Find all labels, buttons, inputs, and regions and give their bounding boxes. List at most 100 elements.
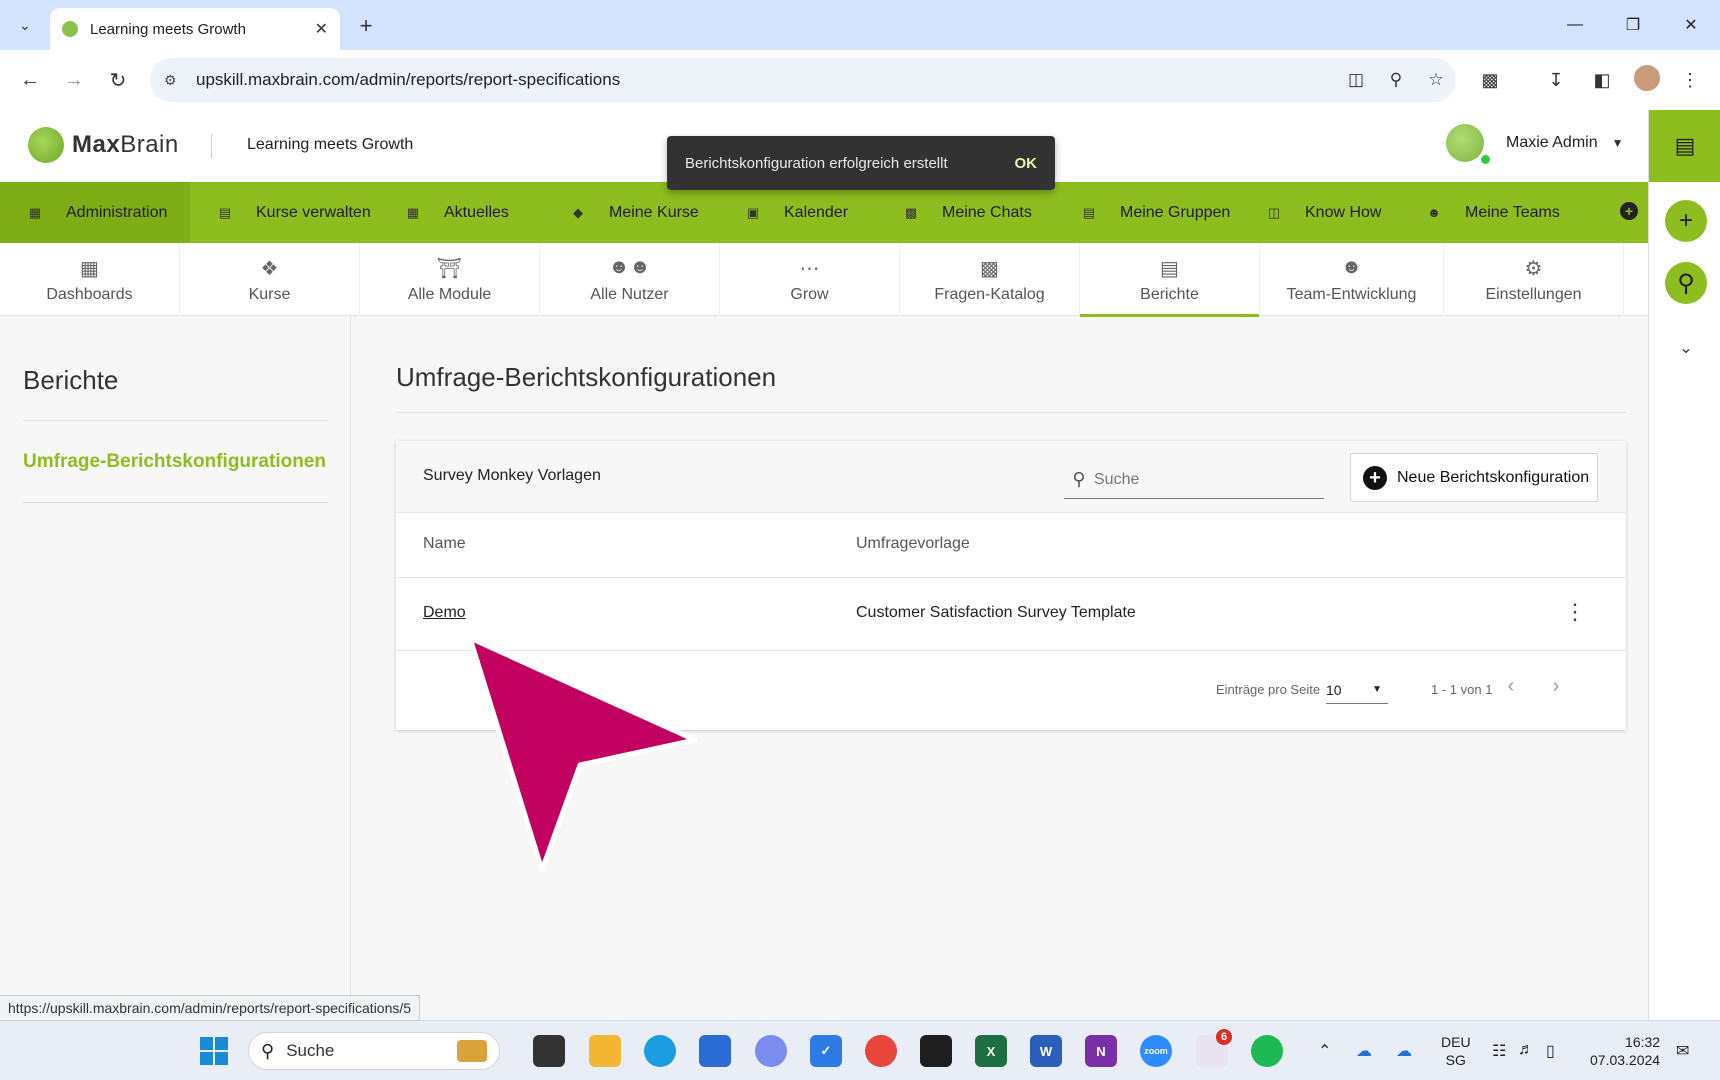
snackbar-ok-button[interactable]: OK (1015, 155, 1038, 172)
bookmark-star-icon[interactable]: ☆ (1416, 70, 1456, 90)
word-icon[interactable]: W (1030, 1035, 1062, 1067)
extensions-icon[interactable]: ▩ (1474, 64, 1506, 96)
close-window-icon[interactable]: ✕ (1662, 0, 1720, 50)
search-field[interactable]: ⚲ (1064, 461, 1324, 499)
address-bar[interactable]: ⚙ upskill.maxbrain.com/admin/reports/rep… (150, 58, 1456, 102)
zoom-app-icon[interactable]: zoom (1140, 1035, 1172, 1067)
tab-alle-nutzer[interactable]: ☻☻ Alle Nutzer (540, 243, 720, 316)
chevron-down-icon[interactable]: ▼ (1612, 136, 1624, 150)
title-divider (396, 412, 1626, 413)
restore-icon[interactable]: ❐ (1604, 0, 1662, 50)
tray-overflow-icon[interactable]: ⌃ (1318, 1041, 1331, 1061)
main-nav: ▦ Administration ▤ Kurse verwalten ▦ Aktuel… (0, 182, 1648, 243)
new-tab-icon[interactable]: + (352, 12, 380, 40)
more-nav-icon[interactable]: + (1620, 202, 1638, 220)
chat-icon[interactable]: ▤ (1649, 110, 1720, 182)
graduation-cap-icon: ◆ (573, 204, 583, 220)
sidebar-title: Berichte (23, 365, 119, 395)
tab-team-entwicklung[interactable]: ☻ Team-Entwicklung (1260, 243, 1444, 316)
tab-einstellungen[interactable]: ⚙ Einstellungen (1444, 243, 1624, 316)
notification-bell-icon[interactable]: ✉ (1676, 1041, 1689, 1061)
app-a-icon[interactable] (755, 1035, 787, 1067)
language-indicator[interactable]: DEU SG (1441, 1033, 1471, 1069)
chrome-icon[interactable] (865, 1035, 897, 1067)
reload-icon[interactable]: ↻ (102, 64, 134, 96)
add-icon[interactable]: + (1665, 200, 1707, 242)
tab-alle-module[interactable]: ⛩ Alle Module (360, 243, 540, 316)
battery-icon[interactable]: ▯ (1546, 1041, 1555, 1061)
previous-page-icon[interactable]: ‹ (1499, 675, 1523, 699)
maxbrain-logo[interactable]: MaxBrain (28, 127, 179, 163)
user-avatar[interactable] (1446, 124, 1490, 164)
browser-menu-icon[interactable]: ⋮ (1674, 64, 1706, 96)
back-icon[interactable]: ← (14, 64, 46, 96)
profile-avatar[interactable] (1632, 63, 1662, 93)
site-settings-icon[interactable]: ⚙ (164, 72, 186, 89)
volume-icon[interactable]: ♬ (1518, 1041, 1534, 1059)
slack-icon[interactable]: 6 (1196, 1029, 1232, 1067)
tab-search-dropdown-icon[interactable]: ⌄ (8, 10, 42, 40)
wifi-icon[interactable]: ☷ (1492, 1041, 1506, 1061)
download-icon[interactable]: ↧ (1540, 64, 1572, 96)
todo-icon[interactable]: ✓ (810, 1035, 842, 1067)
tab-kurse[interactable]: ❖ Kurse (180, 243, 360, 316)
zoom-icon[interactable]: ⚲ (1376, 70, 1416, 90)
dropdown-arrow-icon: ▼ (1372, 684, 1382, 695)
nav-item-aktuelles[interactable]: ▦ Aktuelles (378, 182, 543, 243)
windows-start-icon[interactable] (200, 1037, 228, 1065)
taskbar-search[interactable]: ⚲ Suche (248, 1032, 500, 1070)
report-name-link[interactable]: Demo (423, 604, 466, 621)
onedrive-business-icon[interactable]: ☁ (1396, 1041, 1412, 1061)
tab-fragen-katalog[interactable]: ▩ Fragen-Katalog (900, 243, 1080, 316)
nav-item-meine-chats[interactable]: ▩ Meine Chats (876, 182, 1054, 243)
excel-icon[interactable]: X (975, 1035, 1007, 1067)
onenote-icon[interactable]: N (1085, 1035, 1117, 1067)
translate-icon[interactable]: ◫ (1336, 70, 1376, 90)
spotify-icon[interactable] (1251, 1035, 1283, 1067)
nav-item-kalender[interactable]: ▣ Kalender (718, 182, 876, 243)
column-header-template[interactable]: Umfragevorlage (856, 535, 970, 553)
figma-icon[interactable] (920, 1035, 952, 1067)
nav-item-meine-gruppen[interactable]: ▤ Meine Gruppen (1054, 182, 1239, 243)
tab-grow[interactable]: ⋯ Grow (720, 243, 900, 316)
browser-toolbar: ← → ↻ ⚙ upskill.maxbrain.com/admin/repor… (0, 50, 1720, 110)
minimize-icon[interactable]: — (1546, 0, 1604, 50)
nav-item-know-how[interactable]: ◫ Know How (1239, 182, 1399, 243)
sidebar: Berichte Umfrage-Berichtskonfigurationen (0, 317, 351, 1020)
sidebar-item-umfrage-berichtskonfigurationen[interactable]: Umfrage-Berichtskonfigurationen (23, 451, 326, 473)
settings-icon: ⚙ (1524, 257, 1543, 280)
system-clock[interactable]: 16:32 07.03.2024 (1590, 1033, 1660, 1069)
per-page-select[interactable]: 10 ▼ (1326, 676, 1388, 704)
edge-icon[interactable] (644, 1035, 676, 1067)
tab-dashboards[interactable]: ▦ Dashboards (0, 243, 180, 316)
row-divider (396, 577, 1626, 578)
tab-title: Learning meets Growth (90, 20, 246, 38)
search-input[interactable] (1094, 470, 1324, 489)
close-tab-icon[interactable]: ✕ (315, 19, 328, 39)
user-menu[interactable]: Maxie Admin ▼ (1446, 124, 1624, 164)
url-text[interactable]: upskill.maxbrain.com/admin/reports/repor… (196, 70, 1336, 90)
column-header-name[interactable]: Name (423, 535, 466, 553)
link-status-bar: https://upskill.maxbrain.com/admin/repor… (0, 995, 421, 1021)
next-page-icon[interactable]: › (1544, 675, 1568, 699)
onedrive-icon[interactable]: ☁ (1356, 1041, 1372, 1061)
nav-item-administration[interactable]: ▦ Administration (0, 182, 190, 243)
store-icon[interactable] (699, 1035, 731, 1067)
browser-tab[interactable]: Learning meets Growth ✕ (50, 8, 340, 50)
tab-berichte[interactable]: ▤ Berichte (1080, 243, 1260, 317)
search-icon[interactable]: ⚲ (1665, 262, 1707, 304)
nav-item-meine-teams[interactable]: ☻ Meine Teams (1399, 182, 1569, 243)
search-icon: ⚲ (1072, 469, 1086, 489)
chevron-down-icon[interactable]: ⌄ (1673, 338, 1699, 358)
new-report-config-button[interactable]: + Neue Berichtskonfiguration (1350, 453, 1598, 502)
side-panel-icon[interactable]: ◧ (1586, 64, 1618, 96)
team-icon: ☻ (1340, 255, 1363, 278)
nav-item-meine-kurse[interactable]: ◆ Meine Kurse (543, 182, 718, 243)
row-actions-icon[interactable]: ⋮ (1564, 597, 1586, 627)
nav-item-kurse-verwalten[interactable]: ▤ Kurse verwalten (190, 182, 378, 243)
users-icon: ☻☻ (608, 255, 651, 278)
user-name[interactable]: Maxie Admin (1506, 134, 1598, 152)
forward-icon[interactable]: → (58, 64, 90, 96)
file-explorer-icon[interactable] (589, 1035, 621, 1067)
task-view-icon[interactable] (533, 1035, 565, 1067)
